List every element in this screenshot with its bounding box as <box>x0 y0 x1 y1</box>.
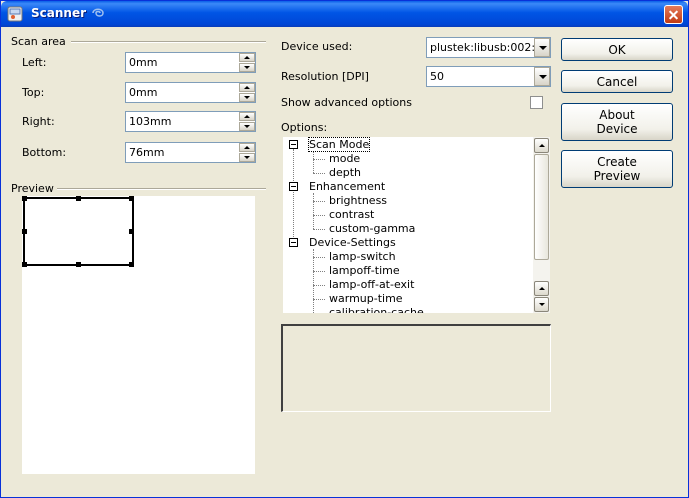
tree-guide-line <box>313 215 325 216</box>
right-spinbox[interactable]: 103mm <box>125 111 256 132</box>
tree-guide-line <box>313 201 325 202</box>
tree-leaf-depth[interactable]: depth <box>329 166 361 179</box>
top-value: 0mm <box>129 86 158 99</box>
tree-guide-line <box>313 299 325 300</box>
bottom-up-button[interactable] <box>239 143 255 152</box>
top-down-button[interactable] <box>239 93 255 102</box>
selection-rectangle[interactable] <box>23 197 134 266</box>
bottom-label: Bottom: <box>22 146 67 159</box>
left-value: 0mm <box>129 56 158 69</box>
resolution-select[interactable]: 50 <box>426 66 551 87</box>
ok-button-label: OK <box>608 43 626 57</box>
tree-node-scan-mode[interactable]: Scan Mode <box>307 137 371 152</box>
chevron-down-icon[interactable] <box>534 67 550 86</box>
advanced-options-label: Show advanced options <box>281 96 412 109</box>
option-description-panel <box>281 324 551 412</box>
collapse-icon[interactable] <box>289 140 298 149</box>
tree-guide-line <box>313 151 314 173</box>
preview-divider <box>57 188 266 190</box>
device-select[interactable]: plustek:libusb:002: <box>426 37 551 58</box>
sticky-icon[interactable] <box>90 5 106 21</box>
bottom-down-button[interactable] <box>239 153 255 162</box>
device-value: plustek:libusb:002: <box>430 41 534 54</box>
selection-handle-se[interactable] <box>129 262 134 267</box>
selection-handle-w[interactable] <box>22 229 27 234</box>
right-up-button[interactable] <box>239 112 255 121</box>
selection-handle-sw[interactable] <box>22 262 27 267</box>
tree-leaf-warmup-time[interactable]: warmup-time <box>329 292 403 305</box>
tree-leaf-custom-gamma[interactable]: custom-gamma <box>329 222 415 235</box>
tree-guide-line <box>313 159 325 160</box>
bottom-value: 76mm <box>129 146 165 159</box>
create-preview-label-line1: Create <box>597 155 637 169</box>
selection-handle-nw[interactable] <box>22 196 27 201</box>
left-down-button[interactable] <box>239 63 255 72</box>
about-device-label-line1: About <box>599 108 635 122</box>
top-label: Top: <box>22 86 45 99</box>
tree-guide-line <box>313 271 325 272</box>
top-spinbox[interactable]: 0mm <box>125 82 256 103</box>
resolution-value: 50 <box>430 70 444 83</box>
tree-leaf-mode[interactable]: mode <box>329 152 360 165</box>
tree-guide-line <box>313 229 325 230</box>
selection-handle-e[interactable] <box>129 229 134 234</box>
tree-guide-line <box>313 173 325 174</box>
scroll-down-icon[interactable] <box>534 297 549 312</box>
collapse-icon[interactable] <box>289 238 298 247</box>
device-used-label: Device used: <box>281 40 353 53</box>
left-spinbox[interactable]: 0mm <box>125 52 256 73</box>
resolution-label: Resolution [DPI] <box>281 70 369 83</box>
window-title: Scanner <box>31 6 86 20</box>
scan-area-divider <box>71 41 266 43</box>
selection-handle-s[interactable] <box>76 262 81 267</box>
selection-handle-ne[interactable] <box>129 196 134 201</box>
tree-leaf-brightness[interactable]: brightness <box>329 194 387 207</box>
tree-leaf-contrast[interactable]: contrast <box>329 208 374 221</box>
tree-guide-line <box>313 249 314 313</box>
tree-leaf-lamp-off-at-exit[interactable]: lamp-off-at-exit <box>329 278 414 291</box>
tree-leaf-lampoff-time[interactable]: lampoff-time <box>329 264 400 277</box>
collapse-icon[interactable] <box>289 182 298 191</box>
tree-node-enhancement[interactable]: Enhancement <box>309 180 385 193</box>
cancel-button-label: Cancel <box>596 75 638 89</box>
right-down-button[interactable] <box>239 122 255 131</box>
tree-leaf-lamp-switch[interactable]: lamp-switch <box>329 250 396 263</box>
scanner-dialog: Scanner Scan area Left: 0mm Top: 0mm Rig… <box>0 0 689 498</box>
scan-area-label: Scan area <box>11 35 66 48</box>
options-label: Options: <box>281 121 328 134</box>
top-up-button[interactable] <box>239 83 255 92</box>
create-preview-label-line2: Preview <box>593 169 641 183</box>
left-up-button[interactable] <box>239 53 255 62</box>
cancel-button[interactable]: Cancel <box>561 70 673 93</box>
tree-guide-line <box>313 193 314 229</box>
ok-button[interactable]: OK <box>561 38 673 61</box>
scroll-up-icon[interactable] <box>534 281 549 296</box>
create-preview-button[interactable]: Create Preview <box>561 150 673 188</box>
close-icon[interactable] <box>664 5 683 24</box>
left-label: Left: <box>22 56 47 69</box>
tree-guide-line <box>313 257 325 258</box>
right-label: Right: <box>22 115 55 128</box>
scroll-thumb[interactable] <box>534 154 549 260</box>
scanner-app-icon <box>7 6 23 22</box>
tree-guide-line <box>313 285 325 286</box>
tree-leaf-calibration-cache[interactable]: calibration-cache <box>329 306 424 313</box>
bottom-spinbox[interactable]: 76mm <box>125 142 256 163</box>
title-bar[interactable]: Scanner <box>1 1 688 27</box>
selection-handle-n[interactable] <box>76 196 81 201</box>
right-value: 103mm <box>129 115 172 128</box>
advanced-options-checkbox[interactable] <box>530 96 543 109</box>
preview-label: Preview <box>11 182 54 195</box>
about-device-button[interactable]: About Device <box>561 103 673 141</box>
tree-node-device-settings[interactable]: Device-Settings <box>309 236 396 249</box>
tree-guide-line <box>293 149 294 247</box>
chevron-down-icon[interactable] <box>534 38 550 57</box>
tree-scrollbar[interactable] <box>533 137 550 313</box>
scroll-up-icon[interactable] <box>534 138 549 153</box>
options-tree[interactable]: Scan Mode mode depth Enhancement brightn… <box>283 137 550 313</box>
about-device-label-line2: Device <box>596 122 638 136</box>
